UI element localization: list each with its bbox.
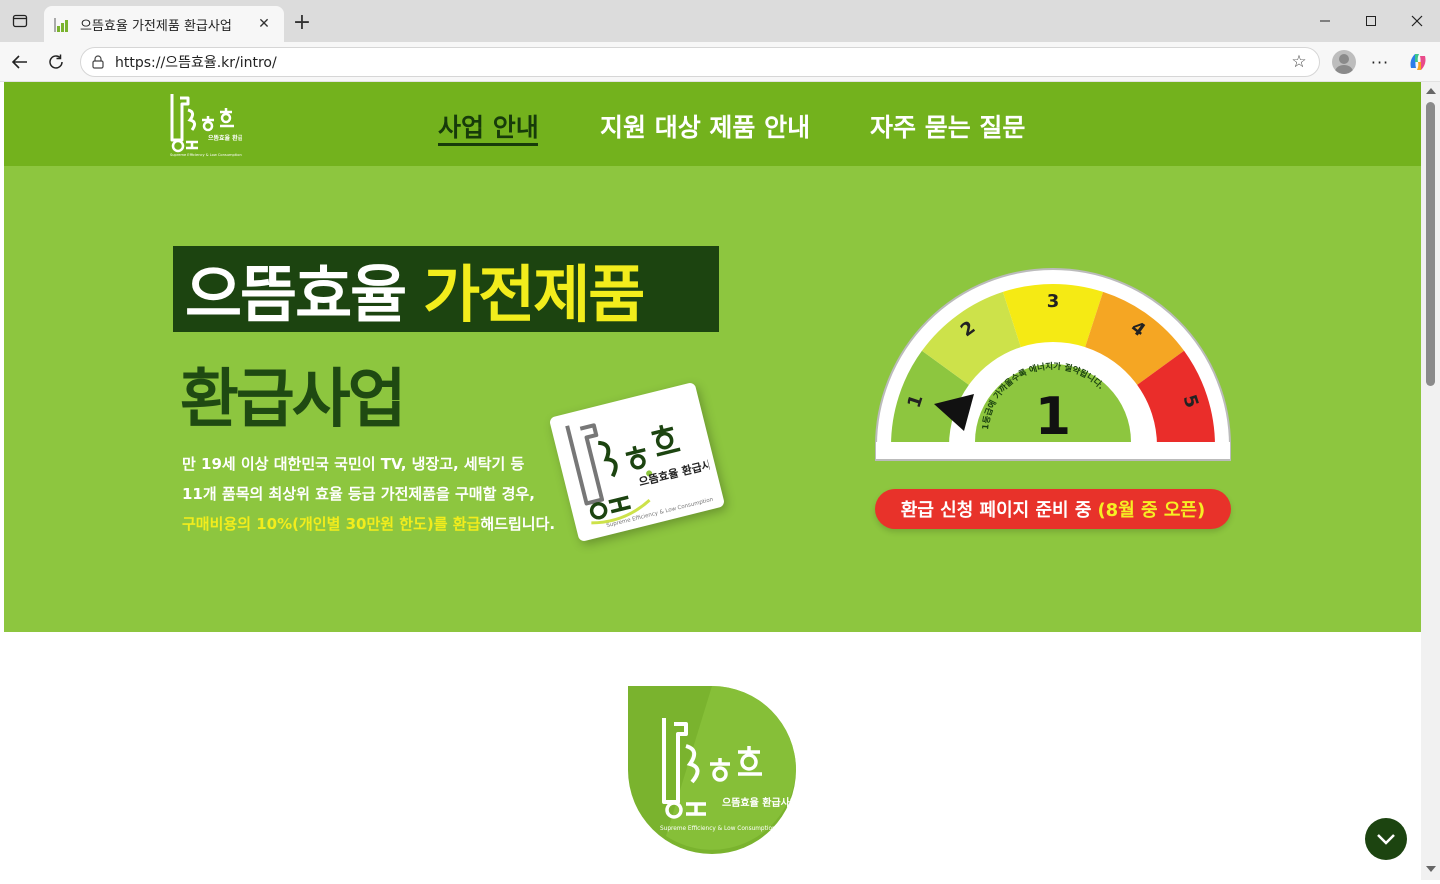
scroll-up-arrow-icon[interactable] (1426, 88, 1436, 94)
chevron-down-icon (1377, 834, 1395, 845)
new-tab-button[interactable]: + (290, 10, 314, 35)
gauge-center-number: 1 (1035, 387, 1071, 447)
nav-target-products[interactable]: 지원 대상 제품 안내 (600, 108, 810, 144)
minimize-icon[interactable] (1310, 8, 1340, 34)
browser-toolbar: https://으뜸효율.kr/intro/ ☆ ··· (0, 42, 1440, 82)
url-text[interactable]: https://으뜸효율.kr/intro/ (115, 52, 1287, 72)
scrollbar-thumb[interactable] (1426, 102, 1435, 386)
window-close-icon[interactable] (1402, 8, 1432, 34)
page-viewport: 으뜸효율 환급사업 Supreme Efficiency & Low Consu… (4, 82, 1421, 880)
browser-tab[interactable]: 으뜸효율 가전제품 환급사업 ✕ (44, 6, 284, 42)
desc-rest: 해드립니다. (480, 515, 556, 533)
back-icon[interactable] (6, 48, 34, 76)
address-bar[interactable]: https://으뜸효율.kr/intro/ ☆ (80, 47, 1320, 77)
site-info-icon[interactable] (91, 55, 105, 69)
hero-title-line2: 환급사업 (180, 363, 407, 437)
tab-title: 으뜸효율 가전제품 환급사업 (80, 18, 232, 34)
nav-faq[interactable]: 자주 묻는 질문 (870, 108, 1025, 144)
copilot-icon[interactable] (1406, 50, 1430, 74)
tab-actions-icon[interactable] (8, 9, 32, 33)
desc-line-3: 구매비용의 10%(개인별 30만원 한도)를 환급해드립니다. (182, 509, 555, 539)
hero-title-box: 으뜸효율 가전제품 (173, 246, 719, 332)
efficiency-gauge: 1 2 3 4 5 1등급에 가까울수록 에너지가 절약됩니다. 1 (872, 266, 1234, 466)
profile-avatar-icon[interactable] (1332, 50, 1356, 74)
nav-business-info[interactable]: 사업 안내 (438, 108, 539, 144)
reload-icon[interactable] (42, 48, 70, 76)
hero-title-yellow: 가전제품 (423, 258, 645, 331)
site-favicon-icon (54, 16, 72, 32)
desc-highlight: 구매비용의 10%(개인별 30만원 한도)를 환급 (182, 515, 481, 533)
cta-open-date: (8월 중 오픈) (1097, 500, 1206, 521)
favorite-star-icon[interactable]: ☆ (1287, 50, 1311, 74)
page-scrollbar[interactable] (1421, 82, 1440, 880)
logo-tagline: Supreme Efficiency & Low Consumption (170, 153, 242, 157)
logo-card: 으뜸효율 환급사업 Supreme Efficiency & Low Consu… (548, 381, 726, 543)
hero-description: 만 19세 이상 대한민국 국민이 TV, 냉장고, 세탁기 등 11개 품목의… (182, 449, 555, 539)
browser-tab-bar: 으뜸효율 가전제품 환급사업 ✕ + (0, 0, 1440, 42)
card-tagline: Supreme Efficiency & Low Consumption (606, 497, 714, 530)
logo-text: 으뜸효율 환급사업 (208, 134, 242, 142)
badge-tagline: Supreme Efficiency & Low Consumption (660, 826, 776, 832)
maximize-icon[interactable] (1356, 8, 1386, 34)
nav-active-underline (438, 143, 538, 146)
scroll-down-arrow-icon[interactable] (1426, 866, 1436, 872)
badge-logo-text: 으뜸효율 환급사업 (722, 796, 798, 809)
more-menu-icon[interactable]: ··· (1368, 50, 1392, 74)
site-header: 으뜸효율 환급사업 Supreme Efficiency & Low Consu… (4, 82, 1421, 166)
scroll-down-button[interactable] (1365, 818, 1407, 860)
logo-badge: 으뜸효율 환급사업 Supreme Efficiency & Low Consu… (626, 684, 799, 856)
desc-line-2: 11개 품목의 최상위 효율 등급 가전제품을 구매할 경우, (182, 485, 535, 503)
desc-line-1: 만 19세 이상 대한민국 국민이 TV, 냉장고, 세탁기 등 (182, 455, 525, 473)
cta-text: 환급 신청 페이지 준비 중 (900, 500, 1092, 521)
refund-apply-button[interactable]: 환급 신청 페이지 준비 중 (8월 중 오픈) (875, 489, 1231, 529)
tab-close-icon[interactable]: ✕ (254, 14, 274, 34)
hero-title-white: 으뜸효율 (185, 258, 407, 331)
gauge-grade-3: 3 (1047, 291, 1060, 312)
hero-section: 으뜸효율 가전제품 환급사업 만 19세 이상 대한민국 국민이 TV, 냉장고… (4, 166, 1421, 632)
site-logo[interactable]: 으뜸효율 환급사업 Supreme Efficiency & Low Consu… (168, 90, 254, 158)
